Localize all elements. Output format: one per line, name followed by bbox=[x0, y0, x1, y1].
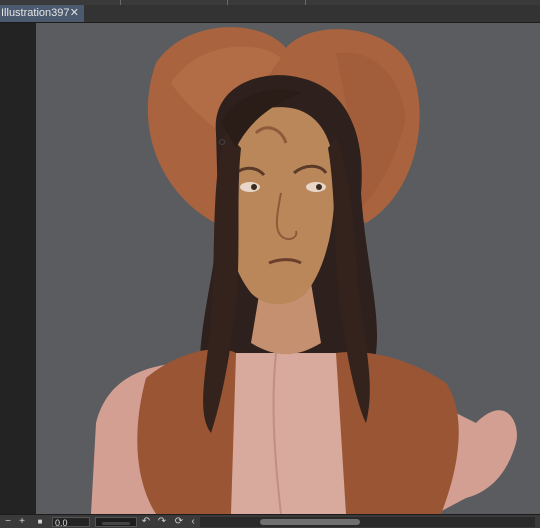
reset-rotation-icon[interactable]: ⟳ bbox=[173, 515, 185, 528]
torso bbox=[91, 349, 517, 514]
stop-icon[interactable]: ■ bbox=[34, 515, 46, 528]
document-tab-bar: Illustration397 ✕ bbox=[0, 5, 540, 23]
canvas-area[interactable] bbox=[36, 23, 540, 514]
close-icon[interactable]: ✕ bbox=[70, 5, 79, 22]
redo-icon[interactable]: ↷ bbox=[156, 515, 168, 528]
illustration-canvas[interactable] bbox=[36, 23, 540, 514]
zoom-in-button[interactable]: + bbox=[16, 515, 28, 528]
zoom-out-button[interactable]: − bbox=[2, 515, 14, 528]
horizontal-scrollbar[interactable] bbox=[200, 517, 535, 527]
document-tab-title: Illustration397 bbox=[1, 7, 70, 19]
document-tab[interactable]: Illustration397 ✕ bbox=[0, 5, 84, 22]
scrollbar-thumb[interactable] bbox=[260, 519, 360, 525]
undo-icon[interactable]: ↶ bbox=[140, 515, 152, 528]
left-side-panel bbox=[0, 23, 36, 514]
clip-studio-window: Illustration397 ✕ − + ■ 0.0 ↶ ↷ ⟳ ‹ bbox=[0, 0, 540, 528]
zoom-slider-thumb[interactable] bbox=[102, 522, 130, 525]
collapse-icon[interactable]: ‹ bbox=[188, 515, 198, 528]
zoom-slider[interactable] bbox=[95, 517, 137, 527]
status-bar: − + ■ 0.0 ↶ ↷ ⟳ ‹ bbox=[0, 514, 540, 528]
zoom-input[interactable]: 0.0 bbox=[52, 517, 90, 528]
